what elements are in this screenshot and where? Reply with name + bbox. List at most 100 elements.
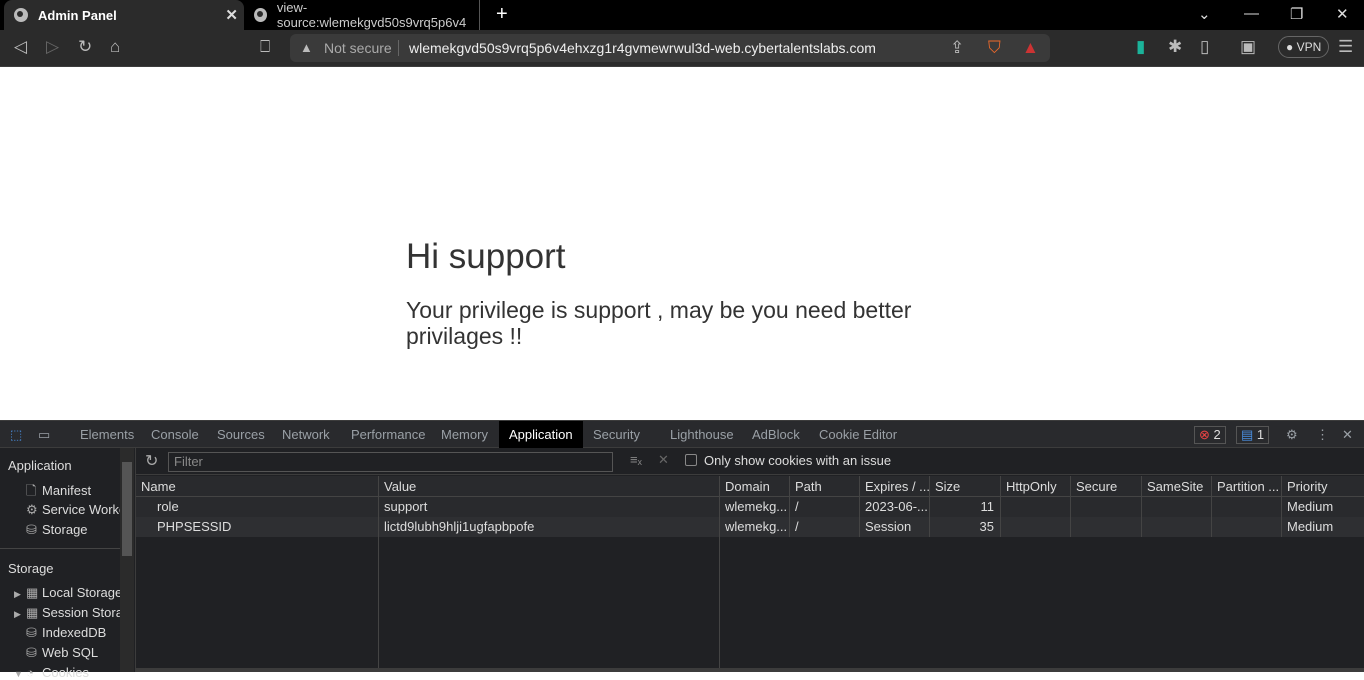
cookie-samesite[interactable]	[1142, 517, 1212, 537]
column-header-value[interactable]: Value	[379, 476, 720, 497]
cookie-secure[interactable]	[1071, 517, 1142, 537]
column-header-path[interactable]: Path	[790, 476, 860, 497]
tab-search-icon[interactable]: ⌄	[1198, 5, 1211, 23]
sidebar-item-local-storage[interactable]: ▶ ▦ Local Storage	[14, 585, 120, 601]
tab-view-source[interactable]: view-source:wlemekgvd50s9vrq5p6v4	[248, 0, 480, 30]
cookie-row[interactable]: role support wlemekg... / 2023-06-... 11…	[136, 497, 1364, 517]
expand-arrow-icon[interactable]: ▶	[14, 589, 26, 600]
column-header-priority[interactable]: Priority	[1282, 476, 1364, 497]
sidebar-item-service-workers[interactable]: ⚙ Service Workers	[26, 502, 120, 518]
restore-button[interactable]: ❐	[1290, 5, 1303, 23]
cookie-domain[interactable]: wlemekg...	[720, 517, 790, 537]
column-header-httponly[interactable]: HttpOnly	[1001, 476, 1071, 497]
tab-sources[interactable]: Sources	[209, 421, 273, 448]
cookie-path[interactable]: /	[790, 497, 860, 517]
brave-rewards-icon[interactable]: ▲	[1022, 39, 1039, 57]
cookie-row[interactable]: PHPSESSID lictd9lubh9hlji1ugfapbpofe wle…	[136, 517, 1364, 537]
cookie-priority[interactable]: Medium	[1282, 517, 1364, 537]
filter-input[interactable]: Filter	[168, 452, 613, 472]
close-devtools-icon[interactable]: ✕	[1334, 421, 1361, 448]
settings-icon[interactable]: ⚙	[1278, 421, 1306, 448]
cookie-name[interactable]: PHPSESSID	[136, 517, 379, 537]
column-header-expires[interactable]: Expires / ...	[860, 476, 930, 497]
cookie-size[interactable]: 11	[930, 497, 1001, 517]
messages-badge[interactable]: ▤ 1	[1236, 426, 1270, 444]
brave-shield-icon[interactable]: ⛉	[988, 39, 1001, 57]
sidebar-item-cookies[interactable]: ▼ ◔ Cookies	[14, 665, 120, 680]
cookie-expires[interactable]: Session	[860, 517, 930, 537]
close-window-button[interactable]: ✕	[1336, 5, 1349, 23]
tab-memory[interactable]: Memory	[433, 421, 496, 448]
refresh-icon[interactable]: ↻	[145, 451, 158, 471]
column-header-size[interactable]: Size	[930, 476, 1001, 497]
puzzle-icon[interactable]: ✱	[1168, 38, 1182, 56]
sidebar-item-manifest[interactable]: 🗋 Manifest	[26, 482, 120, 504]
column-header-domain[interactable]: Domain	[720, 476, 790, 497]
cookie-value[interactable]: support	[379, 497, 720, 517]
clear-all-icon[interactable]: ≡ₓ	[630, 452, 642, 467]
inspect-icon[interactable]: ⬚	[2, 421, 30, 448]
cookie-samesite[interactable]	[1142, 497, 1212, 517]
column-header-secure[interactable]: Secure	[1071, 476, 1142, 497]
close-tab-icon[interactable]: ✕	[225, 6, 238, 24]
sidebar-icon[interactable]: ▯	[1200, 38, 1209, 56]
bookmark-icon[interactable]: ⎕	[260, 38, 270, 56]
wallet-icon[interactable]: ▣	[1240, 38, 1256, 56]
tab-lighthouse[interactable]: Lighthouse	[662, 421, 742, 448]
expand-arrow-icon[interactable]: ▶	[14, 609, 26, 620]
sidebar-item-session-storage[interactable]: ▶▦Session Storage	[14, 605, 120, 621]
horizontal-scrollbar[interactable]	[136, 668, 1364, 672]
device-toggle-icon[interactable]: ▭	[30, 421, 58, 448]
table-icon: ▦	[26, 585, 39, 600]
cookie-size[interactable]: 35	[930, 517, 1001, 537]
reload-icon[interactable]: ↻	[78, 38, 92, 56]
sidebar-item-indexeddb[interactable]: ⛁ IndexedDB	[26, 625, 120, 641]
errors-badge[interactable]: ⊗ 2	[1194, 426, 1226, 444]
home-icon[interactable]: ⌂	[110, 38, 120, 56]
delete-selected-icon[interactable]: ✕	[658, 452, 669, 468]
tab-application[interactable]: Application	[499, 421, 583, 448]
forward-icon[interactable]: ▷	[46, 38, 59, 56]
expand-arrow-icon[interactable]: ▼	[14, 669, 26, 679]
tab-elements[interactable]: Elements	[72, 421, 142, 448]
vpn-button[interactable]: ● VPN	[1278, 36, 1330, 58]
tab-cookie-editor[interactable]: Cookie Editor	[811, 421, 905, 448]
scrollbar-thumb[interactable]	[122, 462, 132, 556]
menu-icon[interactable]: ☰	[1338, 38, 1353, 56]
column-header-samesite[interactable]: SameSite	[1142, 476, 1212, 497]
tab-admin-panel[interactable]: Admin Panel ✕	[4, 0, 244, 30]
tab-security[interactable]: Security	[585, 421, 648, 448]
issue-checkbox[interactable]	[685, 454, 697, 466]
tab-performance[interactable]: Performance	[343, 421, 433, 448]
sidebar-item-web-sql[interactable]: ⛁ Web SQL	[26, 645, 120, 661]
cookie-httponly[interactable]	[1001, 497, 1071, 517]
cookie-secure[interactable]	[1071, 497, 1142, 517]
back-icon[interactable]: ◁	[14, 38, 27, 56]
issue-checkbox-label[interactable]: Only show cookies with an issue	[704, 453, 891, 468]
cookie-path[interactable]: /	[790, 517, 860, 537]
new-tab-button[interactable]: +	[496, 3, 508, 26]
tab-console[interactable]: Console	[143, 421, 207, 448]
cookie-name[interactable]: role	[136, 497, 379, 517]
sidebar-item-storage[interactable]: ⛁ Storage	[26, 522, 120, 538]
cookie-expires[interactable]: 2023-06-...	[860, 497, 930, 517]
tab-adblock[interactable]: AdBlock	[744, 421, 808, 448]
tab-network[interactable]: Network	[274, 421, 338, 448]
cookie-partition[interactable]	[1212, 517, 1282, 537]
cookie-priority[interactable]: Medium	[1282, 497, 1364, 517]
url-text[interactable]: wlemekgvd50s9vrq5p6v4ehxzg1r4gvmewrwul3d…	[409, 40, 876, 56]
cookie-partition[interactable]	[1212, 497, 1282, 517]
extension-icon[interactable]: ▮	[1136, 38, 1145, 56]
security-indicator[interactable]: Not secure	[324, 40, 392, 56]
column-header-name[interactable]: Name	[136, 476, 379, 497]
column-header-partition[interactable]: Partition ...	[1212, 476, 1282, 497]
share-icon[interactable]: ⇪	[950, 39, 964, 57]
more-options-icon[interactable]: ⋮	[1308, 421, 1337, 448]
minimize-button[interactable]: —	[1244, 5, 1259, 22]
cookie-httponly[interactable]	[1001, 517, 1071, 537]
cookie-value[interactable]: lictd9lubh9hlji1ugfapbpofe	[379, 517, 720, 537]
address-bar[interactable]: ▲ Not secure wlemekgvd50s9vrq5p6v4ehxzg1…	[290, 34, 1050, 62]
sidebar-scrollbar[interactable]	[120, 448, 134, 672]
cookie-domain[interactable]: wlemekg...	[720, 497, 790, 517]
devtools-tabbar: ⬚ ▭ Elements Console Sources Network Per…	[0, 420, 1364, 448]
